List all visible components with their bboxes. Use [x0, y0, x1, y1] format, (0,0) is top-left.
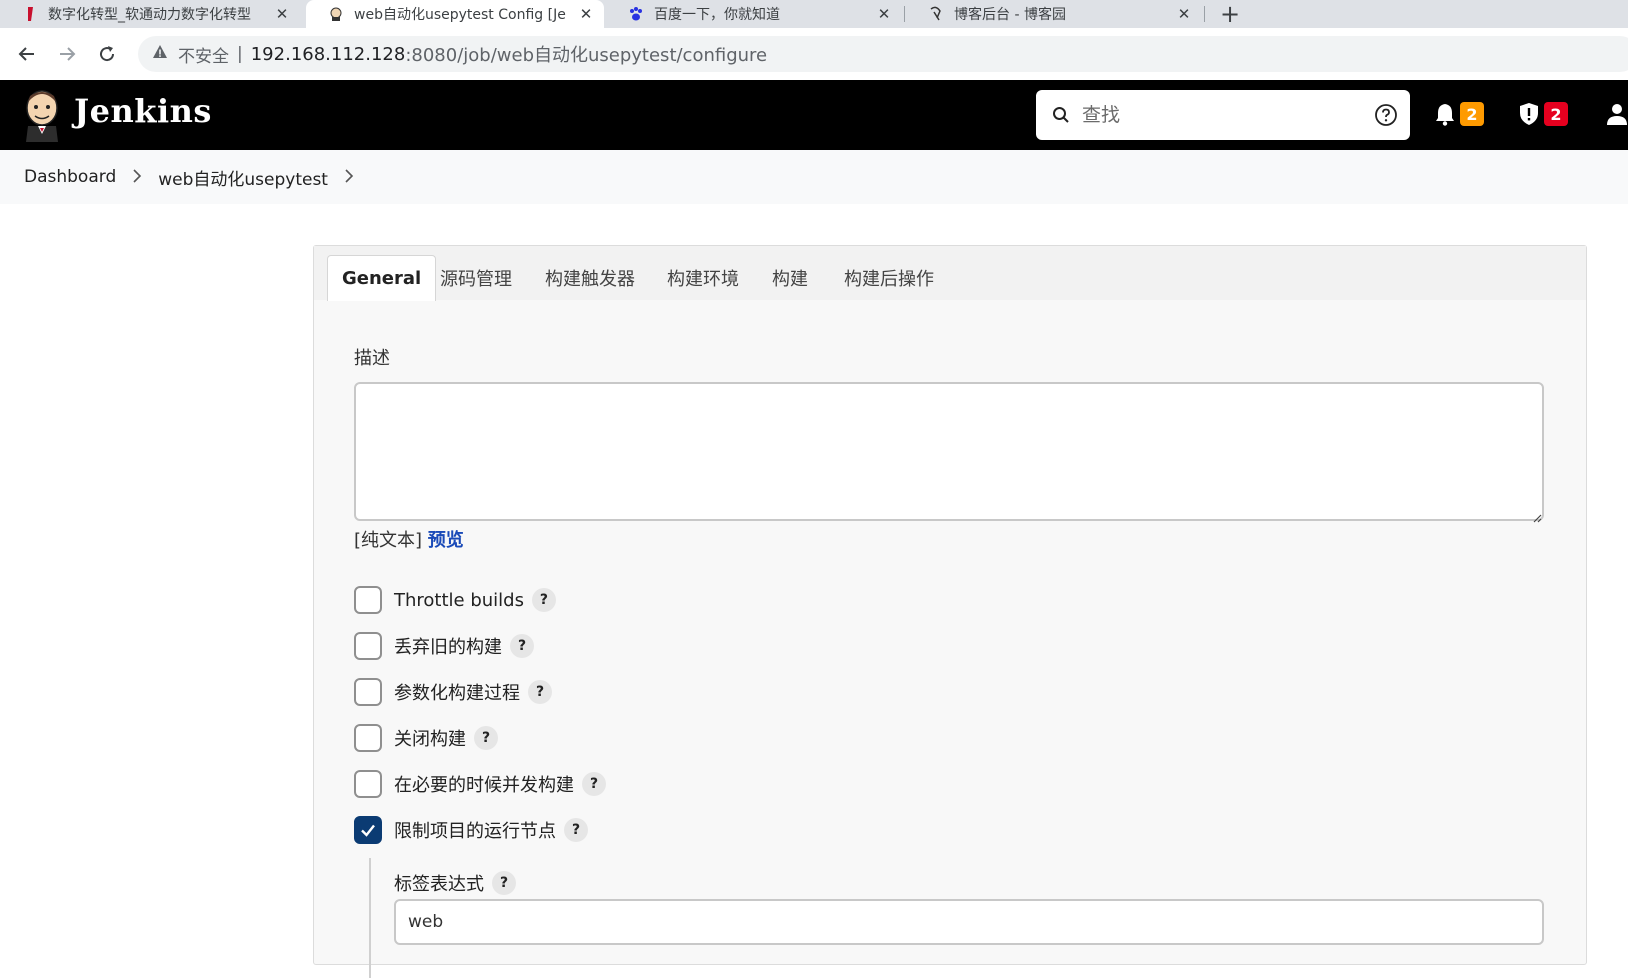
- notifications-button[interactable]: 2: [1434, 102, 1484, 126]
- baidu-paw-icon: [628, 6, 644, 22]
- search-box: [1036, 90, 1410, 140]
- forward-button[interactable]: [50, 37, 84, 71]
- help-button[interactable]: ?: [531, 588, 556, 612]
- warning-triangle-icon[interactable]: [152, 44, 168, 65]
- breadcrumb-dashboard[interactable]: Dashboard: [24, 167, 116, 187]
- option-disable-build: 关闭构建 ?: [354, 723, 498, 753]
- discard-old-builds-checkbox[interactable]: [354, 632, 382, 660]
- reload-icon: [100, 46, 115, 62]
- browser-toolbar: 不安全 | 192.168.112.128:8080/job/web自动化use…: [0, 28, 1628, 80]
- tab-title: 博客后台 - 博客园: [954, 7, 1066, 23]
- option-discard-old-builds: 丢弃旧的构建 ?: [354, 631, 534, 661]
- new-tab-button[interactable]: +: [1216, 0, 1244, 28]
- description-textarea[interactable]: [354, 382, 1544, 521]
- tab-title: 数字化转型_软通动力数字化转型: [48, 7, 251, 23]
- preview-link[interactable]: 预览: [428, 530, 464, 551]
- jenkins-brand[interactable]: Jenkins: [74, 92, 212, 130]
- tab-title: 百度一下，你就知道: [654, 7, 780, 23]
- config-panel: General 源码管理 构建触发器 构建环境 构建 构建后操作 描述 [纯文本…: [313, 245, 1587, 978]
- browser-tab-2[interactable]: web自动化usepytest Config [Je ✕: [306, 0, 604, 28]
- arrow-left-icon: [18, 47, 34, 61]
- browser-tab-3[interactable]: 百度一下，你就知道 ✕: [606, 0, 902, 28]
- checkmark-icon: [361, 824, 375, 837]
- option-label: 在必要的时候并发构建: [394, 775, 574, 796]
- jenkins-butler-logo-icon[interactable]: [22, 88, 62, 142]
- search-input[interactable]: [1082, 104, 1362, 126]
- option-restrict-node: 限制项目的运行节点 ?: [354, 815, 588, 845]
- parameterized-build-checkbox[interactable]: [354, 678, 382, 706]
- reload-button[interactable]: [90, 37, 124, 71]
- label-expression-label: 标签表达式: [394, 874, 484, 895]
- option-concurrent-builds: 在必要的时候并发构建 ?: [354, 769, 606, 799]
- browser-tab-strip: 数字化转型_软通动力数字化转型 ✕ web自动化usepytest Config…: [0, 0, 1628, 28]
- help-button[interactable]: ?: [528, 680, 552, 704]
- help-circle-icon[interactable]: [1374, 103, 1398, 131]
- notifications-badge: 2: [1460, 102, 1484, 126]
- concurrent-builds-checkbox[interactable]: [354, 770, 382, 798]
- help-button[interactable]: ?: [582, 772, 606, 796]
- help-button[interactable]: ?: [474, 726, 498, 750]
- description-format: [纯文本] 预览: [354, 526, 464, 552]
- description-label: 描述: [354, 348, 390, 369]
- disable-build-checkbox[interactable]: [354, 724, 382, 752]
- address-bar[interactable]: 不安全 | 192.168.112.128:8080/job/web自动化use…: [138, 36, 1628, 72]
- chevron-right-icon: [132, 168, 142, 187]
- restrict-node-checkbox[interactable]: [354, 816, 382, 844]
- back-button[interactable]: [10, 37, 44, 71]
- browser-tab-1[interactable]: 数字化转型_软通动力数字化转型 ✕: [0, 0, 300, 28]
- tab-source-control[interactable]: 源码管理: [426, 255, 526, 301]
- plain-text-label: [纯文本]: [354, 530, 423, 551]
- jenkins-butler-icon: [328, 6, 344, 22]
- tab-separator: [1204, 6, 1205, 22]
- option-label: Throttle builds: [394, 589, 524, 611]
- breadcrumb: Dashboard web自动化usepytest: [0, 150, 1628, 204]
- search-icon: [1053, 107, 1069, 123]
- tab-build-triggers[interactable]: 构建触发器: [531, 255, 649, 301]
- option-label: 参数化构建过程: [394, 683, 520, 704]
- insecure-label: 不安全: [178, 46, 229, 67]
- tab-post-build[interactable]: 构建后操作: [830, 255, 948, 301]
- chevron-right-icon[interactable]: [344, 168, 354, 187]
- url-host: 192.168.112.128: [250, 43, 406, 65]
- option-label: 限制项目的运行节点: [394, 821, 556, 842]
- arrow-right-icon: [60, 47, 76, 61]
- tab-general[interactable]: General: [327, 255, 437, 301]
- option-parameterized-build: 参数化构建过程 ?: [354, 677, 552, 707]
- help-button[interactable]: ?: [510, 634, 534, 658]
- label-expression-input[interactable]: [394, 899, 1544, 945]
- throttle-builds-checkbox[interactable]: [354, 586, 382, 614]
- jenkins-header: Jenkins 2 2: [0, 80, 1628, 150]
- close-icon[interactable]: ✕: [578, 5, 594, 23]
- tab-title: web自动化usepytest Config [Je: [354, 7, 566, 23]
- resize-grip-icon[interactable]: [1532, 508, 1542, 527]
- help-button[interactable]: ?: [492, 871, 516, 895]
- breadcrumb-job[interactable]: web自动化usepytest: [158, 165, 328, 190]
- tab-build-environment[interactable]: 构建环境: [653, 255, 753, 301]
- nested-section-rule: [369, 858, 371, 978]
- option-label: 丢弃旧的构建: [394, 637, 502, 658]
- cnblogs-icon: [928, 6, 944, 22]
- close-icon[interactable]: ✕: [1176, 5, 1192, 23]
- tab-separator: [904, 6, 905, 22]
- url-path: :8080/job/web自动化usepytest/configure: [405, 45, 768, 66]
- config-tabs: General 源码管理 构建触发器 构建环境 构建 构建后操作: [314, 246, 1586, 301]
- option-label: 关闭构建: [394, 729, 466, 750]
- security-button[interactable]: 2: [1518, 102, 1568, 126]
- address-separator: |: [237, 44, 243, 64]
- bell-icon: [1436, 104, 1454, 126]
- user-menu-button[interactable]: [1606, 102, 1628, 126]
- close-icon[interactable]: ✕: [274, 5, 290, 23]
- red-bookmark-icon: [22, 6, 38, 22]
- tab-build[interactable]: 构建: [758, 255, 822, 301]
- user-icon: [1607, 104, 1627, 125]
- shield-alert-icon: [1520, 103, 1538, 125]
- help-button[interactable]: ?: [564, 818, 588, 842]
- close-icon[interactable]: ✕: [876, 5, 892, 23]
- option-throttle-builds: Throttle builds ?: [354, 585, 556, 615]
- label-expression-row: 标签表达式 ?: [394, 868, 516, 898]
- security-badge: 2: [1544, 102, 1568, 126]
- browser-tab-4[interactable]: 博客后台 - 博客园 ✕: [906, 0, 1202, 28]
